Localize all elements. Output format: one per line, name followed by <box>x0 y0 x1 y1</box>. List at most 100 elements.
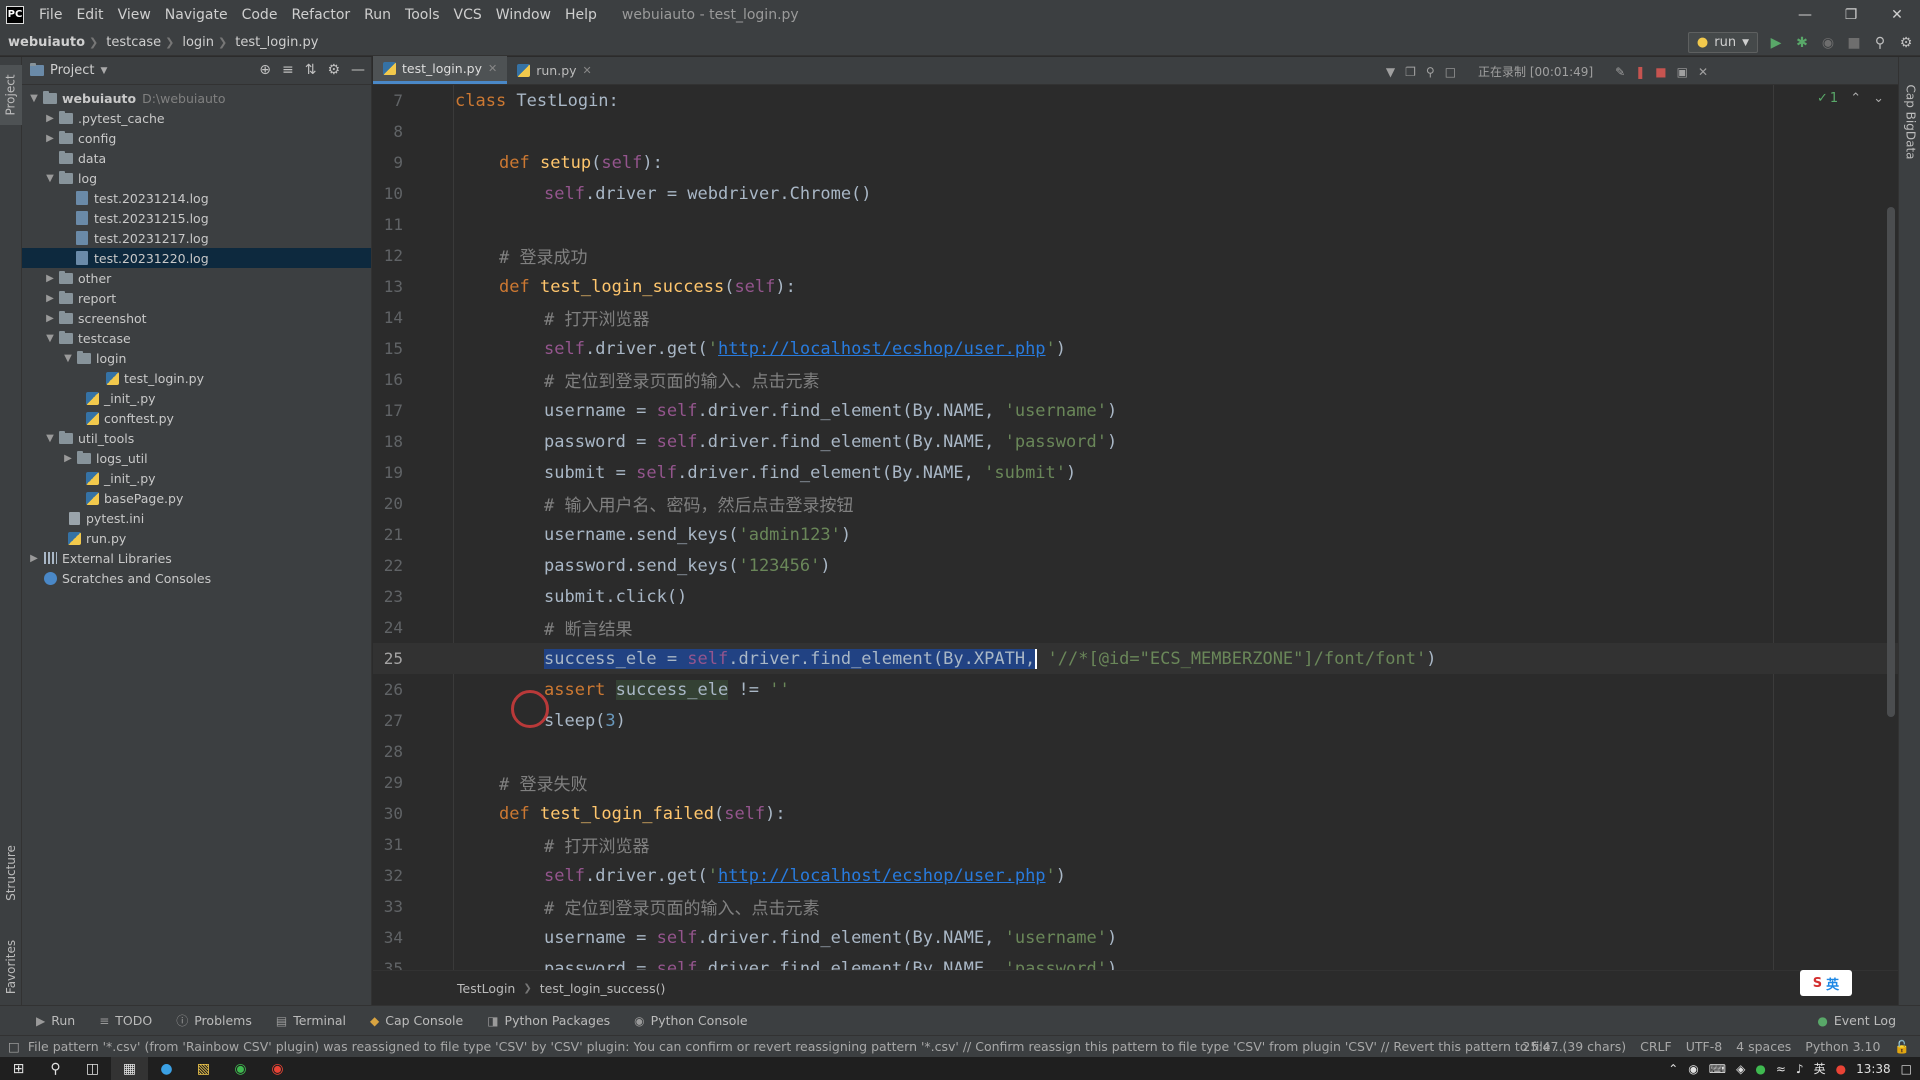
bigdata-tool-tab[interactable]: Cap BigData <box>1899 67 1920 177</box>
caret-position[interactable]: 25:47 (39 chars) <box>1522 1039 1626 1055</box>
close-icon[interactable]: ✕ <box>488 62 497 75</box>
tab-test-login[interactable]: test_login.py ✕ <box>373 56 508 84</box>
edge-icon[interactable]: ● <box>148 1057 185 1080</box>
menu-navigate[interactable]: Navigate <box>158 0 235 29</box>
structure-tool-tab[interactable]: Structure <box>0 833 22 913</box>
task-view-icon[interactable]: ◫ <box>74 1057 111 1080</box>
line-separator[interactable]: CRLF <box>1640 1039 1672 1055</box>
tree-item[interactable]: test_login.py <box>22 368 371 388</box>
menu-file[interactable]: File <box>32 0 69 29</box>
tree-item[interactable]: ▶ report <box>22 288 371 308</box>
lock-icon[interactable]: 🔓 <box>1894 1039 1910 1055</box>
tree-item[interactable]: test.20231217.log <box>22 228 371 248</box>
collapsed-arrow-icon[interactable]: ▶ <box>42 273 58 284</box>
tree-item[interactable]: ▼ log <box>22 168 371 188</box>
pycharm-taskbar-icon[interactable]: ▦ <box>111 1057 148 1080</box>
dropdown-icon[interactable]: ▼ <box>1386 65 1395 79</box>
wifi-icon[interactable]: ≈ <box>1776 1062 1786 1076</box>
code-area[interactable]: 7 class TestLogin: 8 9 def setup(self): 10… <box>373 85 1898 970</box>
camera-icon[interactable]: ▣ <box>1677 65 1688 79</box>
close-recorder-icon[interactable]: ✕ <box>1698 65 1708 79</box>
tool-event-log[interactable]: ● Event Log <box>1807 1013 1906 1028</box>
collapsed-arrow-icon[interactable]: ▶ <box>26 553 42 564</box>
settings-icon[interactable]: ⚙ <box>1898 35 1914 51</box>
windows-start-icon[interactable]: ⊞ <box>0 1057 37 1080</box>
run-icon[interactable]: ▶ <box>1768 35 1784 51</box>
collapse-all-icon[interactable]: ⇅ <box>305 62 317 78</box>
stop-icon[interactable]: ■ <box>1846 35 1862 51</box>
gear-icon[interactable]: ⚙ <box>327 62 340 78</box>
breadcrumb-method[interactable]: test_login_success() <box>540 981 666 996</box>
sogou-tray-icon[interactable]: ● <box>1836 1062 1846 1076</box>
collapsed-arrow-icon[interactable]: ▶ <box>60 453 76 464</box>
menu-edit[interactable]: Edit <box>69 0 110 29</box>
hide-icon[interactable]: — <box>351 62 365 78</box>
window-icon[interactable]: ❐ <box>1405 65 1416 79</box>
tree-item-root[interactable]: ▼ webuiauto D:\webuiauto <box>22 88 371 108</box>
close-window-icon[interactable]: ✕ <box>1874 0 1920 29</box>
tool-python-console[interactable]: ◉ Python Console <box>624 1013 757 1028</box>
tree-item[interactable]: ▶ External Libraries <box>22 548 371 568</box>
tree-item[interactable]: basePage.py <box>22 488 371 508</box>
restore-icon[interactable]: ❐ <box>1828 0 1874 29</box>
breadcrumb-project[interactable]: webuiauto <box>0 35 89 50</box>
locate-icon[interactable]: ⊕ <box>259 62 271 78</box>
chevron-up-icon[interactable]: ⌃ <box>1850 91 1861 106</box>
editor-scrollbar[interactable] <box>1887 207 1895 717</box>
collapsed-arrow-icon[interactable]: ▶ <box>42 133 58 144</box>
tree-item[interactable]: ▶ other <box>22 268 371 288</box>
breadcrumb-login[interactable]: login <box>174 35 218 50</box>
tree-item[interactable]: ▶ config <box>22 128 371 148</box>
inspection-widget[interactable]: ✓ 1 ⌃ ⌄ <box>1817 91 1884 106</box>
search-icon[interactable]: ⚲ <box>37 1057 74 1080</box>
expanded-arrow-icon[interactable]: ▼ <box>42 433 58 444</box>
ime-indicator[interactable]: 英 <box>1814 1060 1826 1077</box>
status-message[interactable]: File pattern '*.csv' (from 'Rainbow CSV'… <box>28 1039 1568 1054</box>
tree-item[interactable]: test.20231215.log <box>22 208 371 228</box>
menu-view[interactable]: View <box>111 0 158 29</box>
zoom-icon[interactable]: ⚲ <box>1426 65 1435 79</box>
tool-cap-console[interactable]: ◆ Cap Console <box>360 1013 473 1028</box>
pause-icon[interactable]: ❚ <box>1635 65 1645 79</box>
tree-item[interactable]: data <box>22 148 371 168</box>
tree-item-selected[interactable]: test.20231220.log <box>22 248 371 268</box>
chevron-down-icon[interactable]: ⌄ <box>1873 91 1884 106</box>
microphone-icon[interactable]: ◉ <box>1688 1062 1698 1076</box>
menu-run[interactable]: Run <box>357 0 398 29</box>
minimize-icon[interactable]: — <box>1782 0 1828 29</box>
ime-badge[interactable]: S 英 <box>1800 970 1852 996</box>
tool-terminal[interactable]: ▤ Terminal <box>266 1013 356 1028</box>
project-tool-tab[interactable]: Project <box>0 65 22 125</box>
run-config-selector[interactable]: ● run ▼ <box>1687 32 1758 53</box>
tree-item[interactable]: _init_.py <box>22 468 371 488</box>
status-square-icon[interactable]: □ <box>8 1039 20 1054</box>
favorites-tool-tab[interactable]: Favorites <box>0 927 22 1007</box>
expanded-arrow-icon[interactable]: ▼ <box>42 333 58 344</box>
tree-item[interactable]: ▶ screenshot <box>22 308 371 328</box>
record-stop-icon[interactable]: ■ <box>1655 65 1666 79</box>
file-encoding[interactable]: UTF-8 <box>1686 1039 1722 1055</box>
tree-item[interactable]: pytest.ini <box>22 508 371 528</box>
chevron-down-icon[interactable]: ▼ <box>100 66 107 76</box>
tree-item[interactable]: test.20231214.log <box>22 188 371 208</box>
tree-item[interactable]: ▼ util_tools <box>22 428 371 448</box>
notification-icon[interactable]: □ <box>1901 1062 1912 1076</box>
pen-icon[interactable]: ✎ <box>1615 65 1625 79</box>
menu-tools[interactable]: Tools <box>398 0 447 29</box>
tree-item[interactable]: ▶ .pytest_cache <box>22 108 371 128</box>
frame-icon[interactable]: □ <box>1445 65 1456 79</box>
python-interpreter[interactable]: Python 3.10 <box>1805 1039 1880 1055</box>
breadcrumb-testcase[interactable]: testcase <box>98 35 165 50</box>
volume-icon[interactable]: ♪ <box>1796 1062 1804 1076</box>
tree-item[interactable]: ▼ login <box>22 348 371 368</box>
tool-problems[interactable]: ⓘ Problems <box>166 1012 262 1029</box>
expanded-arrow-icon[interactable]: ▼ <box>60 353 76 364</box>
tool-python-packages[interactable]: ◨ Python Packages <box>477 1013 620 1028</box>
menu-help[interactable]: Help <box>558 0 604 29</box>
tree-item[interactable]: Scratches and Consoles <box>22 568 371 588</box>
collapsed-arrow-icon[interactable]: ▶ <box>42 313 58 324</box>
expand-all-icon[interactable]: ≡ <box>282 62 294 78</box>
tree-item[interactable]: ▼ testcase <box>22 328 371 348</box>
close-icon[interactable]: ✕ <box>583 64 592 77</box>
tab-run[interactable]: run.py ✕ <box>507 56 602 84</box>
